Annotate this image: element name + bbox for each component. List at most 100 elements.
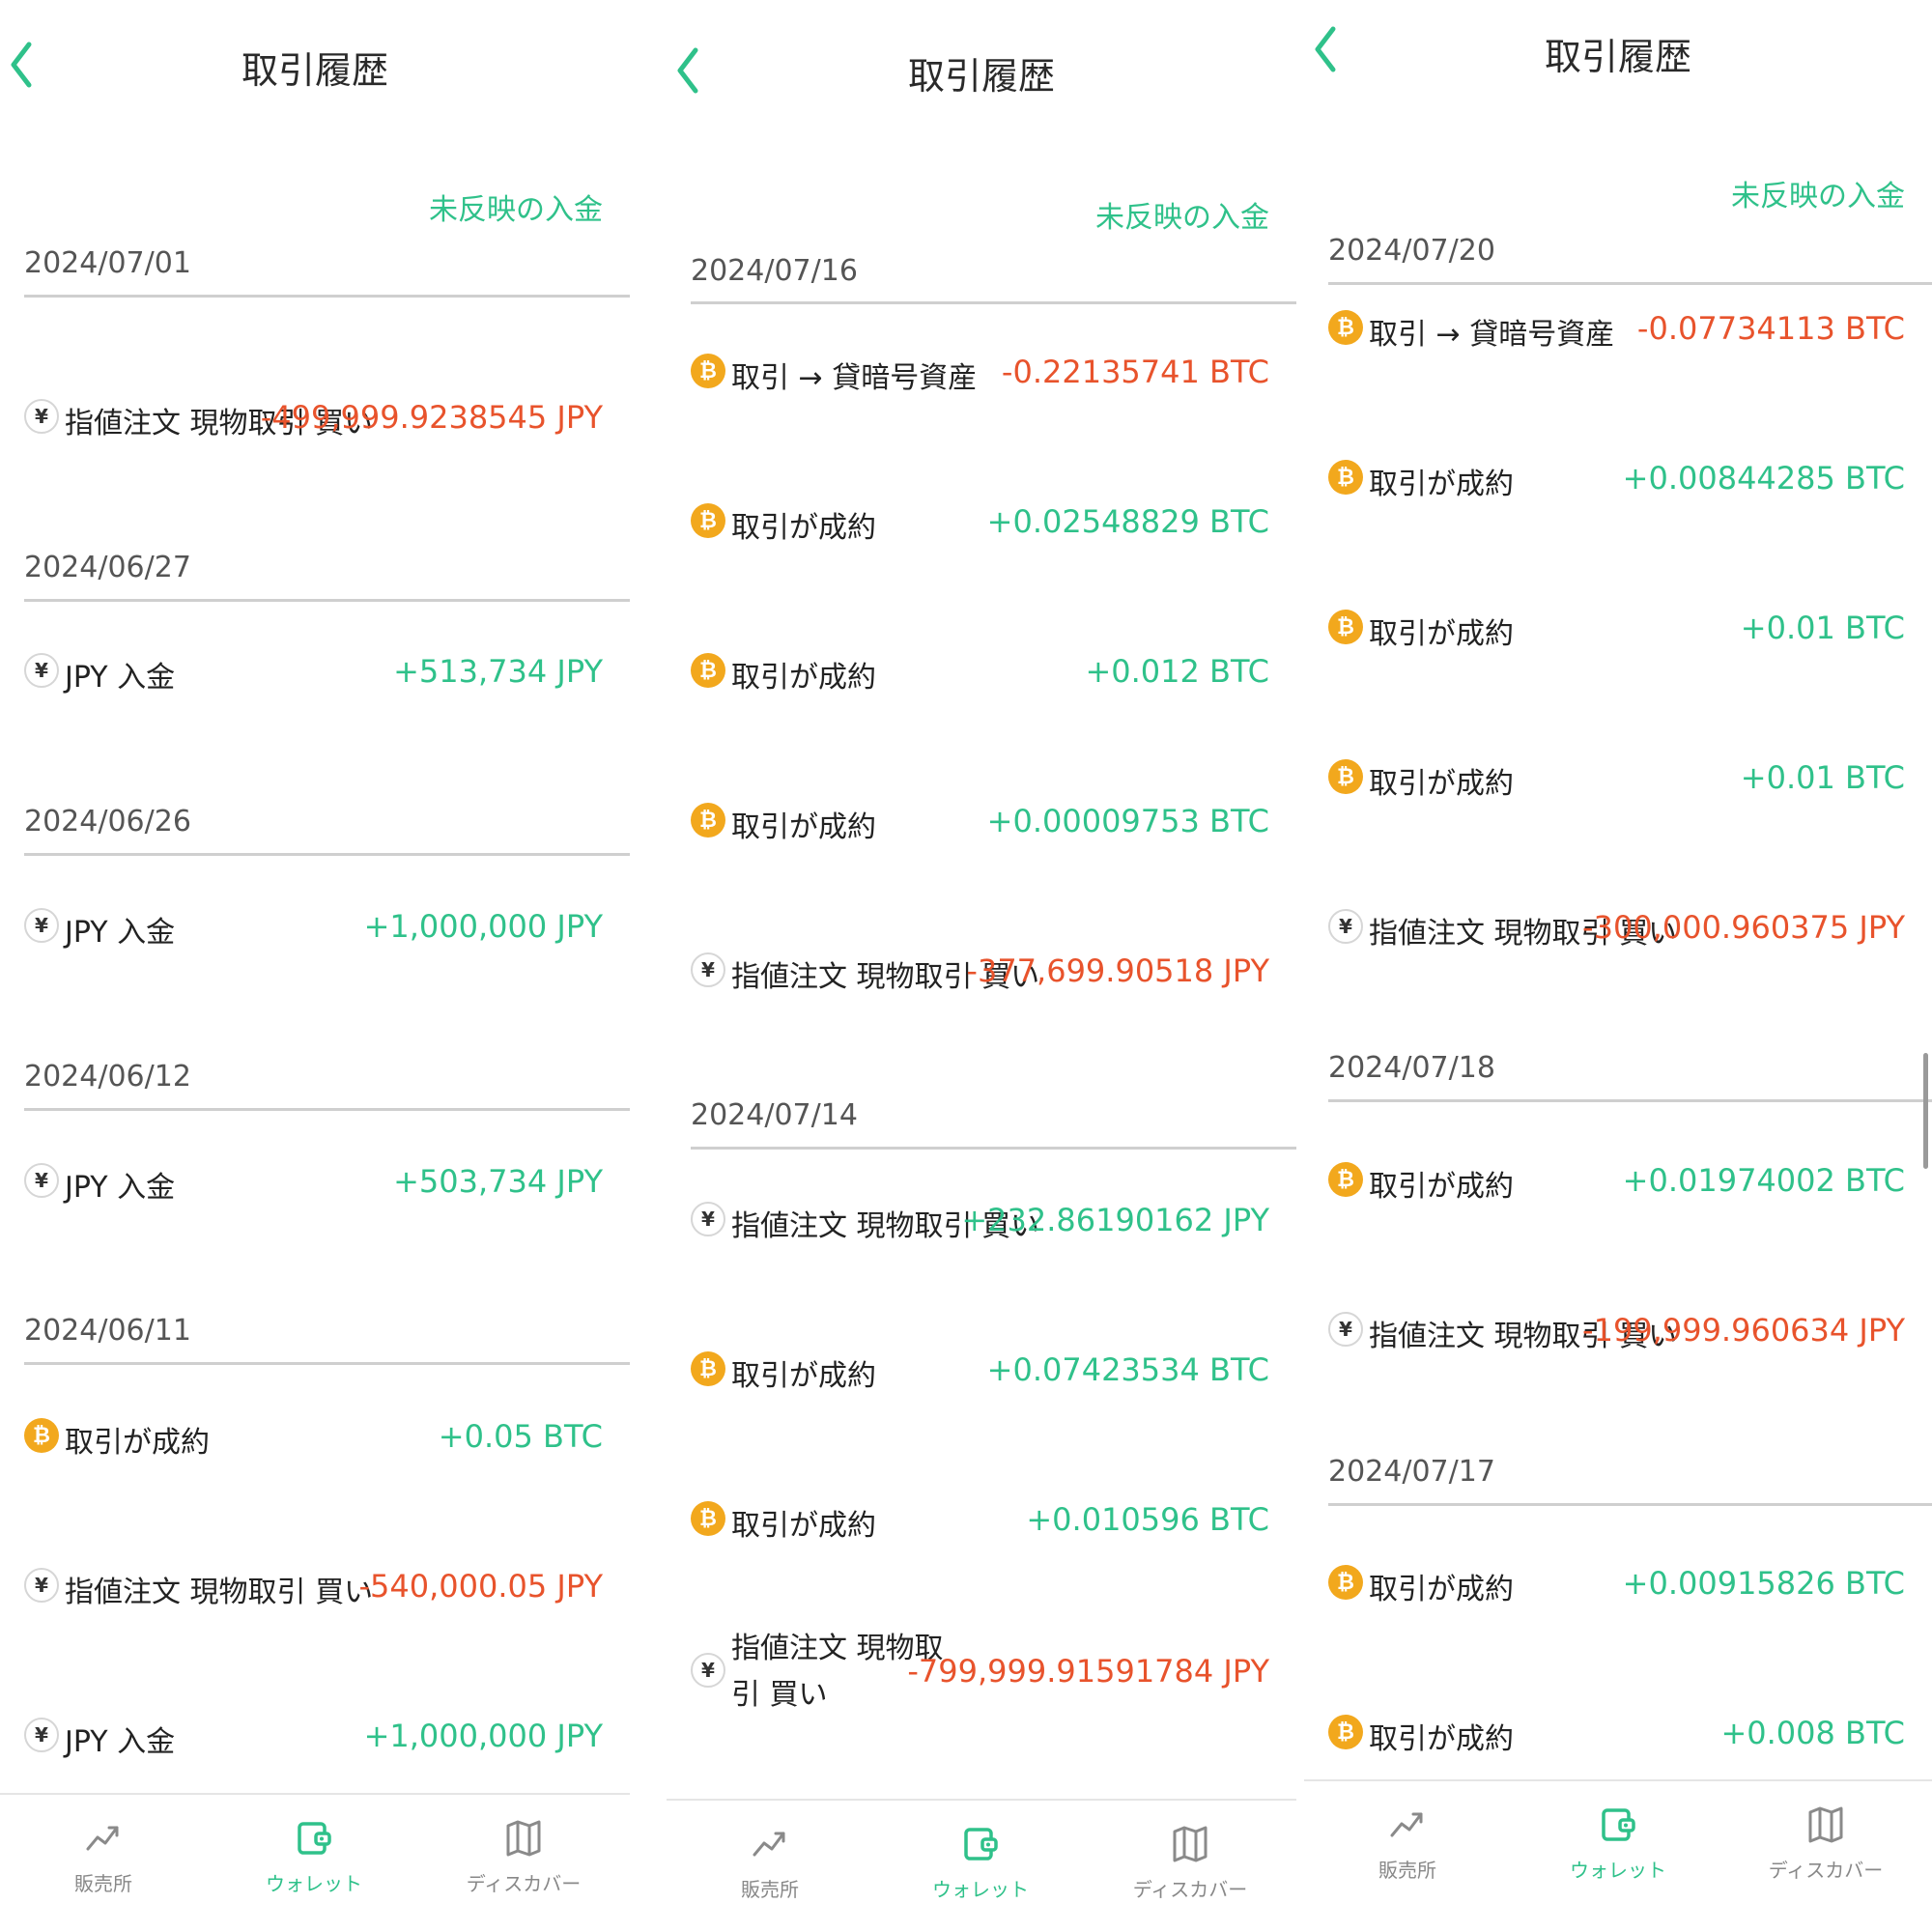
transaction-row[interactable]: ₿ 取引が成約 +0.01974002 BTC (1328, 1154, 1905, 1212)
date-divider (24, 599, 630, 602)
date-divider (24, 1362, 630, 1365)
transaction-row[interactable]: ¥ JPY 入金 +1,000,000 JPY (24, 900, 603, 958)
bitcoin-icon: ₿ (24, 1418, 59, 1453)
bitcoin-icon: ₿ (1328, 1162, 1363, 1197)
bottom-nav: 販売所 ウォレット ディスカバー (1304, 1779, 1932, 1917)
nav-tab-wallet[interactable]: ウォレット (217, 1816, 411, 1896)
date-divider (691, 301, 1296, 304)
transaction-amount: +0.05 BTC (438, 1418, 603, 1455)
date-header: 2024/07/17 (1328, 1455, 1495, 1489)
transaction-label: 取引が成約 (1369, 1573, 1514, 1606)
transaction-amount: +0.008 BTC (1720, 1715, 1905, 1751)
page-title: 取引履歴 (1544, 36, 1691, 78)
pending-deposit-link[interactable]: 未反映の入金 (429, 185, 603, 228)
pending-deposit-link[interactable]: 未反映の入金 (1731, 172, 1905, 214)
date-header: 2024/06/11 (24, 1314, 191, 1348)
transaction-row[interactable]: ¥ 指値注文 現物取引 買い -499,999.9238545 JPY (24, 391, 603, 449)
transaction-amount: +0.00915826 BTC (1622, 1565, 1905, 1602)
top-bar: 取引履歴 (0, 29, 630, 116)
nav-tab-discover[interactable]: ディスカバー (1729, 1803, 1922, 1883)
transaction-row[interactable]: ₿ 取引 → 貸暗号資産 -0.22135741 BTC (691, 346, 1269, 404)
transaction-amount: -799,999.91591784 JPY (907, 1653, 1269, 1690)
transaction-row[interactable]: ₿ 取引が成約 +0.008 BTC (1328, 1707, 1905, 1765)
yen-icon: ¥ (1328, 909, 1363, 944)
date-header: 2024/07/18 (1328, 1051, 1495, 1085)
transaction-label: 取引 → 貸暗号資産 (731, 361, 978, 395)
transaction-label: 取引が成約 (731, 810, 876, 844)
transaction-row[interactable]: ₿ 取引が成約 +0.01 BTC (1328, 752, 1905, 810)
transaction-label: JPY 入金 (65, 1725, 176, 1759)
transaction-row[interactable]: ¥ 指値注文 現物取引 買い -300,000.960375 JPY (1328, 901, 1905, 959)
transaction-label: 取引が成約 (65, 1426, 210, 1460)
bottom-nav: 販売所 ウォレット ディスカバー (667, 1799, 1296, 1932)
transaction-amount: -540,000.05 JPY (358, 1568, 603, 1605)
nav-tab-wallet[interactable]: ウォレット (884, 1822, 1077, 1902)
wallet-icon (1602, 1808, 1635, 1841)
bitcoin-icon: ₿ (1328, 460, 1363, 495)
nav-tab-discover[interactable]: ディスカバー (1094, 1822, 1287, 1902)
transaction-row[interactable]: ¥ 指値注文 現物取引 買い -377,699.90518 JPY (691, 945, 1269, 1003)
transaction-amount: -0.07734113 BTC (1636, 310, 1905, 347)
trend-chart-icon (86, 1826, 119, 1851)
transaction-row[interactable]: ₿ 取引が成約 +0.02548829 BTC (691, 496, 1269, 554)
transaction-row[interactable]: ¥ JPY 入金 +513,734 JPY (24, 645, 603, 703)
yen-icon: ¥ (24, 1163, 59, 1198)
date-header: 2024/06/12 (24, 1060, 191, 1094)
date-header: 2024/06/27 (24, 551, 191, 584)
pending-deposit-link[interactable]: 未反映の入金 (1095, 193, 1269, 236)
transaction-amount: +0.02548829 BTC (986, 503, 1269, 540)
bottom-nav: 販売所 ウォレット ディスカバー (0, 1793, 630, 1930)
nav-tab-wallet[interactable]: ウォレット (1521, 1803, 1715, 1883)
wallet-icon (964, 1828, 998, 1861)
transaction-amount: +0.012 BTC (1085, 653, 1269, 690)
transaction-row[interactable]: ¥ JPY 入金 +503,734 JPY (24, 1155, 603, 1213)
transaction-amount: -499,999.9238545 JPY (260, 399, 603, 436)
wallet-icon (298, 1822, 331, 1855)
transaction-row[interactable]: ₿ 取引が成約 +0.00009753 BTC (691, 795, 1269, 853)
nav-tab-label: ディスカバー (1768, 1859, 1884, 1882)
nav-tab-sales[interactable]: 販売所 (7, 1816, 200, 1896)
transaction-label: 取引 → 貸暗号資産 (1369, 318, 1615, 352)
transaction-label: 取引が成約 (1369, 617, 1514, 651)
nav-tab-discover[interactable]: ディスカバー (427, 1816, 620, 1896)
bitcoin-icon: ₿ (691, 803, 725, 838)
transaction-row[interactable]: ₿ 取引 → 貸暗号資産 -0.07734113 BTC (1328, 302, 1905, 360)
transaction-row[interactable]: ₿ 取引が成約 +0.00915826 BTC (1328, 1557, 1905, 1615)
transaction-row[interactable]: ₿ 取引が成約 +0.07423534 BTC (691, 1344, 1269, 1402)
date-header: 2024/06/26 (24, 805, 191, 838)
transaction-label: JPY 入金 (65, 916, 176, 950)
page-title: 取引履歴 (241, 49, 388, 92)
transaction-row[interactable]: ₿ 取引が成約 +0.00844285 BTC (1328, 452, 1905, 510)
transaction-row[interactable]: ₿ 取引が成約 +0.05 BTC (24, 1410, 603, 1468)
transaction-row[interactable]: ¥ 指値注文 現物取引 買い -799,999.91591784 JPY (691, 1632, 1269, 1712)
transaction-row[interactable]: ¥ 指値注文 現物取引 買い -540,000.05 JPY (24, 1560, 603, 1618)
date-divider (1328, 1099, 1932, 1102)
transaction-amount: +1,000,000 JPY (363, 1718, 603, 1754)
transaction-row[interactable]: ¥ 指値注文 現物取引 買い -199,999.960634 JPY (1328, 1304, 1905, 1362)
date-header: 2024/07/20 (1328, 234, 1495, 268)
trend-chart-icon (1390, 1812, 1423, 1837)
transaction-row[interactable]: ¥ 指値注文 現物取引 買い +232.86190162 JPY (691, 1194, 1269, 1252)
transaction-row[interactable]: ₿ 取引が成約 +0.012 BTC (691, 645, 1269, 703)
transaction-amount: +0.01974002 BTC (1622, 1162, 1905, 1199)
yen-icon: ¥ (691, 1653, 725, 1688)
nav-tab-sales[interactable]: 販売所 (673, 1822, 867, 1902)
transaction-label: 指値注文 現物取引 買い (65, 1576, 374, 1609)
transaction-label: 取引が成約 (731, 661, 876, 695)
transaction-label: JPY 入金 (65, 661, 176, 695)
date-header: 2024/07/01 (24, 246, 191, 280)
scroll-indicator[interactable] (1923, 1053, 1928, 1169)
transaction-row[interactable]: ₿ 取引が成約 +0.01 BTC (1328, 602, 1905, 660)
page-title: 取引履歴 (907, 55, 1055, 98)
yen-icon: ¥ (691, 952, 725, 987)
nav-tab-sales[interactable]: 販売所 (1311, 1803, 1504, 1883)
bitcoin-icon: ₿ (1328, 610, 1363, 644)
transaction-label: 取引が成約 (731, 1509, 876, 1543)
transaction-row[interactable]: ₿ 取引が成約 +0.010596 BTC (691, 1493, 1269, 1551)
nav-tab-label: ウォレット (932, 1878, 1029, 1901)
transaction-amount: +0.00009753 BTC (986, 803, 1269, 839)
transaction-amount: +513,734 JPY (393, 653, 603, 690)
transaction-amount: +0.010596 BTC (1026, 1501, 1269, 1538)
top-bar: 取引履歴 (1304, 21, 1932, 108)
transaction-row[interactable]: ¥ JPY 入金 +1,000,000 JPY (24, 1710, 603, 1768)
